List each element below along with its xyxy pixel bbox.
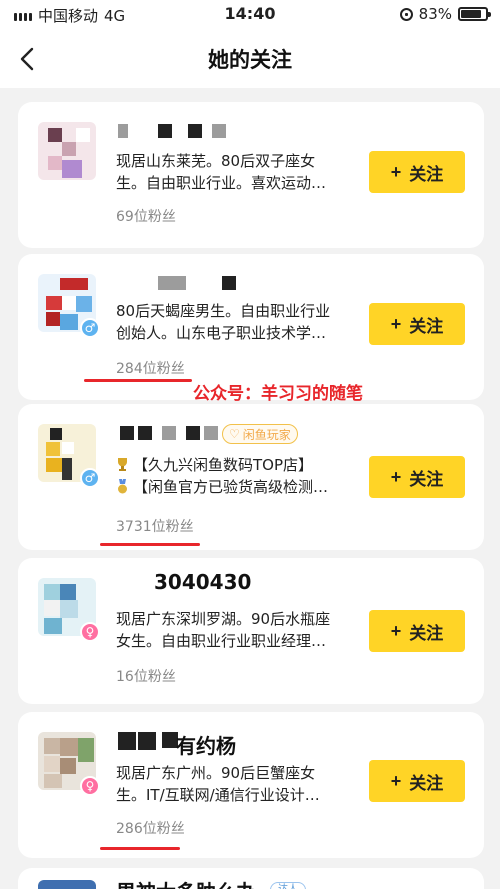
medal-icon — [118, 479, 127, 494]
user-bio: 80后天蝎座男生。自由职业行业 创始人。山东电子职业技术学… — [116, 300, 360, 344]
follow-button[interactable]: + 关注 — [369, 610, 465, 652]
avatar[interactable] — [38, 880, 96, 889]
battery-percent: 83% — [418, 5, 452, 23]
plus-icon: + — [390, 466, 402, 487]
female-badge-icon: ♀ — [80, 622, 100, 642]
male-badge-icon: ♂ — [80, 468, 100, 488]
follow-label: 关注 — [409, 316, 444, 336]
bio-line: 女生。自由职业行业职业经理… — [116, 632, 327, 650]
red-underline — [84, 379, 192, 382]
battery-fill — [461, 10, 481, 18]
follow-label: 关注 — [409, 469, 444, 489]
xianyu-player-badge: ♡ 闲鱼玩家 — [222, 424, 298, 444]
plus-icon: + — [390, 620, 402, 641]
talent-badge: 达人 — [270, 882, 306, 889]
red-underline — [100, 543, 200, 546]
bio-line: 创始人。山东电子职业技术学… — [116, 324, 327, 342]
nav-bar: 她的关注 — [0, 30, 500, 88]
bio-line: 现居广东广州。90后巨蟹座女 — [116, 764, 316, 782]
user-name: 男神大多肿么办 — [116, 876, 256, 889]
fans-count: 69位粉丝 — [116, 209, 176, 225]
bio-line: 【久九兴闲鱼数码TOP店】 — [116, 454, 360, 476]
bio-line-text: 【久九兴闲鱼数码TOP店】 — [133, 456, 314, 474]
user-bio: 现居广东深圳罗湖。90后水瓶座 女生。自由职业行业职业经理… — [116, 608, 360, 652]
fans-count: 286位粉丝 — [116, 821, 185, 837]
user-card[interactable]: ♀ 有约杨 现居广东广州。90后巨蟹座女 生。IT/互联网/通信行业设计… 28… — [18, 712, 484, 858]
avatar[interactable] — [38, 122, 96, 180]
follow-label: 关注 — [409, 773, 444, 793]
female-badge-icon: ♀ — [80, 776, 100, 796]
follow-button[interactable]: + 关注 — [369, 456, 465, 498]
page-title: 她的关注 — [208, 48, 292, 72]
follow-button[interactable]: + 关注 — [369, 760, 465, 802]
badge-label: 闲鱼玩家 — [242, 427, 291, 442]
heart-icon: ♡ — [229, 427, 240, 441]
bio-line-text: 【闲鱼官方已验货高级检测… — [133, 478, 329, 496]
bio-line: 现居广东深圳罗湖。90后水瓶座 — [116, 610, 331, 628]
plus-icon: + — [390, 161, 402, 182]
bio-line: 生。自由职业行业。喜欢运动… — [116, 174, 327, 192]
battery-icon — [458, 7, 491, 21]
back-button[interactable] — [14, 45, 42, 73]
name-redacted — [118, 732, 178, 750]
chevron-left-icon — [20, 47, 34, 71]
bio-line: 现居山东莱芜。80后双子座女 — [116, 152, 316, 170]
bio-line: 【闲鱼官方已验货高级检测… — [116, 476, 360, 498]
user-name: 3040430 — [154, 570, 252, 594]
follow-button[interactable]: + 关注 — [369, 151, 465, 193]
fans-count: 284位粉丝 — [116, 361, 185, 377]
rotation-lock-icon — [399, 7, 413, 21]
bio-line: 80后天蝎座男生。自由职业行业 — [116, 302, 331, 320]
user-card[interactable]: ♀ 3040430 现居广东深圳罗湖。90后水瓶座 女生。自由职业行业职业经理…… — [18, 558, 484, 704]
fans-count: 16位粉丝 — [116, 669, 176, 685]
user-card[interactable]: 男神大多肿么办 达人 — [18, 868, 484, 889]
user-bio: 现居广东广州。90后巨蟹座女 生。IT/互联网/通信行业设计… — [116, 762, 360, 806]
plus-icon: + — [390, 313, 402, 334]
follow-label: 关注 — [409, 623, 444, 643]
watermark-text: 公众号：羊习习的随笔 — [193, 384, 363, 404]
red-underline — [100, 847, 180, 850]
follow-button[interactable]: + 关注 — [369, 303, 465, 345]
user-card[interactable]: 现居山东莱芜。80后双子座女 生。自由职业行业。喜欢运动… 69位粉丝 + 关注 — [18, 102, 484, 248]
user-name: 有约杨 — [176, 734, 236, 758]
user-bio: 【久九兴闲鱼数码TOP店】 【闲鱼官方已验货高级检测… — [116, 454, 360, 498]
male-badge-icon: ♂ — [80, 318, 100, 338]
user-bio: 现居山东莱芜。80后双子座女 生。自由职业行业。喜欢运动… — [116, 150, 360, 194]
trophy-icon — [118, 458, 127, 471]
name-redacted — [120, 426, 218, 442]
plus-icon: + — [390, 770, 402, 791]
status-bar: 中国移动 4G 14:40 83% — [0, 0, 500, 30]
bio-line: 生。IT/互联网/通信行业设计… — [116, 786, 320, 804]
name-redacted — [158, 276, 236, 292]
name-redacted — [118, 124, 226, 140]
user-card[interactable]: ♂ ♡ 闲鱼玩家 【久九兴闲鱼数码TOP店】 【闲鱼官方已验货高级检测… 373… — [18, 404, 484, 550]
fans-count: 3731位粉丝 — [116, 519, 194, 535]
follow-label: 关注 — [409, 164, 444, 184]
